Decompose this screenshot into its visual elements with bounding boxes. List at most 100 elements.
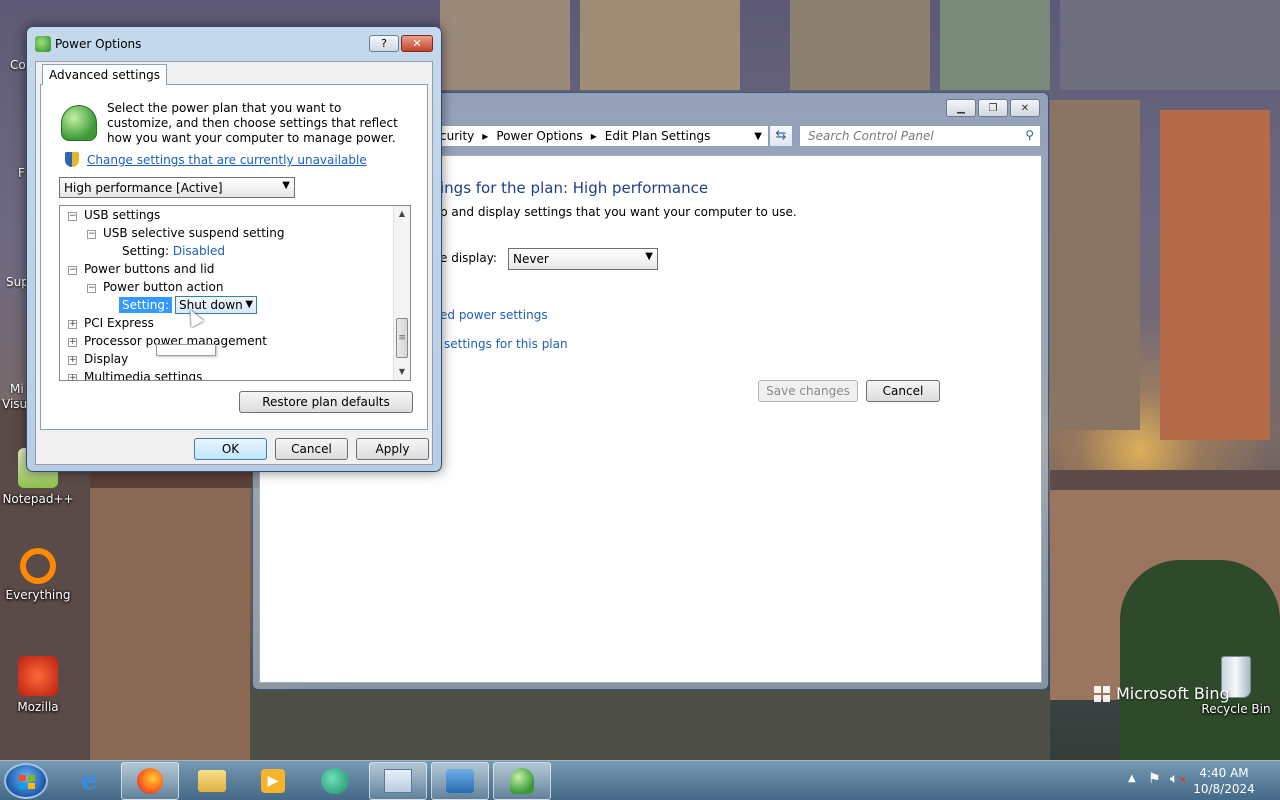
uac-shield-icon [65, 152, 79, 167]
refresh-button[interactable]: ⇆ [769, 125, 793, 147]
apply-button[interactable]: Apply [356, 438, 429, 460]
desktop-icon-everything[interactable]: Everything [0, 548, 76, 602]
everything-icon [20, 548, 56, 584]
power-options-icon [510, 768, 534, 794]
desktop-icon-label-partial[interactable]: Visu [2, 397, 27, 411]
restore-defaults-link[interactable]: settings for this plan [444, 337, 568, 351]
help-button[interactable]: ? [369, 35, 399, 52]
tree-node-pci-express[interactable]: + PCI Express [68, 314, 154, 332]
collapse-icon[interactable]: − [68, 266, 77, 275]
page-subtitle: p and display settings that you want you… [440, 205, 797, 219]
bing-watermark: Microsoft Bing [1094, 684, 1230, 703]
expand-icon[interactable]: + [68, 320, 77, 329]
power-options-dialog[interactable]: Power Options ? ✕ Advanced settings Sele… [26, 26, 442, 472]
taskbar-power-options[interactable] [493, 762, 551, 800]
tooltip-empty [156, 344, 216, 356]
expand-icon[interactable]: + [68, 356, 77, 365]
tree-node-multimedia[interactable]: + Multimedia settings [68, 368, 202, 380]
save-changes-button[interactable]: Save changes [758, 380, 858, 402]
clock-time: 4:40 AM [1199, 766, 1249, 780]
setting-label-selected: Setting: [119, 297, 173, 313]
ok-button[interactable]: OK [194, 438, 267, 460]
mozilla-icon [18, 656, 58, 696]
address-dropdown-icon[interactable]: ▼ [754, 131, 762, 142]
tree-node-power-button-action[interactable]: − Power button action [87, 278, 223, 296]
bing-logo-icon [1094, 685, 1110, 702]
desktop-icon-label: Recycle Bin [1201, 702, 1271, 716]
breadcrumb-item[interactable]: Power Options [496, 129, 582, 143]
collapse-icon[interactable]: − [68, 212, 77, 221]
display-off-label: e display: [440, 251, 497, 265]
taskbar-file-explorer[interactable] [183, 762, 241, 800]
scroll-thumb[interactable]: ≡ [396, 318, 408, 358]
search-input[interactable]: Search Control Panel ⚲ [799, 125, 1041, 147]
dialog-title: Power Options [55, 37, 142, 51]
tree-node-display[interactable]: + Display [68, 350, 128, 368]
tree-node-usb-suspend[interactable]: − USB selective suspend setting [87, 224, 284, 242]
maximize-button[interactable]: ❐ [978, 99, 1008, 117]
cancel-button[interactable]: Cancel [866, 380, 940, 402]
taskbar-firefox[interactable] [121, 762, 179, 800]
expand-icon[interactable]: + [68, 338, 77, 347]
close-button[interactable]: ✕ [1010, 99, 1040, 117]
show-hidden-icons-icon[interactable]: ▲ [1128, 773, 1136, 784]
desktop-icon-label-partial[interactable]: Co [10, 58, 26, 72]
tree-node-label: Display [84, 352, 129, 366]
control-panel-icon [446, 769, 474, 793]
page-title: ings for the plan: High performance [440, 179, 709, 197]
firefox-icon [137, 768, 163, 794]
app-bubble-icon [321, 768, 349, 794]
tree-setting-usb-suspend[interactable]: Setting: Disabled [122, 242, 225, 260]
media-player-icon: ▶ [261, 769, 285, 793]
power-plan-icon [61, 105, 97, 141]
breadcrumb-separator-icon: ▸ [482, 129, 489, 143]
expand-icon[interactable]: + [68, 374, 77, 380]
tab-advanced-settings[interactable]: Advanced settings [42, 64, 167, 85]
display-off-select[interactable]: Never ▼ [508, 248, 658, 270]
taskbar-internet-explorer[interactable]: e [60, 762, 118, 800]
start-button[interactable] [4, 763, 48, 799]
breadcrumb-item[interactable]: curity [440, 129, 474, 143]
tree-node-power-buttons-lid[interactable]: − Power buttons and lid [68, 260, 214, 278]
windows-logo-icon [19, 775, 35, 789]
desktop-icon-label: Everything [5, 588, 71, 602]
power-options-icon [35, 36, 51, 52]
settings-tree[interactable]: − USB settings − USB selective suspend set… [59, 205, 411, 381]
advanced-settings-link[interactable]: ed power settings [440, 308, 548, 322]
cancel-button[interactable]: Cancel [275, 438, 348, 460]
taskbar-clock[interactable]: 4:40 AM 10/8/2024 [1192, 765, 1256, 797]
taskbar-control-panel-window[interactable] [369, 762, 427, 800]
clock-date: 10/8/2024 [1193, 782, 1255, 796]
collapse-icon[interactable]: − [87, 230, 96, 239]
folder-icon [198, 770, 226, 792]
change-unavailable-settings-link[interactable]: Change settings that are currently unava… [87, 153, 367, 167]
taskbar-app-teal[interactable] [306, 762, 364, 800]
tree-node-label: PCI Express [84, 316, 154, 330]
intro-text: Select the power plan that you want to c… [107, 101, 398, 145]
advanced-settings-page: Select the power plan that you want to c… [40, 84, 428, 430]
desktop-icon-label-partial[interactable]: Mi [10, 382, 24, 396]
search-icon[interactable]: ⚲ [1025, 128, 1034, 142]
desktop-icon-mozilla[interactable]: Mozilla [0, 656, 76, 714]
volume-muted-icon[interactable]: 🔈︎✕ [1170, 771, 1187, 787]
desktop-icon-label-partial[interactable]: F [18, 166, 25, 180]
minimize-button[interactable]: ▁ [946, 99, 976, 117]
setting-value-link[interactable]: Disabled [173, 244, 225, 258]
desktop-icon-label: Notepad++ [2, 492, 74, 506]
scroll-down-icon[interactable]: ▼ [394, 364, 410, 380]
taskbar-control-panel[interactable] [431, 762, 489, 800]
bing-watermark-text: Microsoft Bing [1116, 684, 1230, 703]
tree-scrollbar[interactable]: ▲ ≡ ▼ [393, 206, 410, 380]
action-center-icon[interactable]: ⚑ [1148, 771, 1161, 787]
collapse-icon[interactable]: − [87, 284, 96, 293]
scroll-up-icon[interactable]: ▲ [394, 206, 410, 222]
chevron-down-icon: ▼ [645, 251, 653, 262]
breadcrumb-separator-icon: ▸ [590, 129, 597, 143]
close-button[interactable]: ✕ [401, 35, 433, 52]
breadcrumb-item[interactable]: Edit Plan Settings [605, 129, 711, 143]
tree-node-usb-settings[interactable]: − USB settings [68, 206, 160, 224]
power-plan-select[interactable]: High performance [Active] ▼ [59, 177, 295, 198]
window-thumbnail-icon [384, 769, 412, 793]
restore-plan-defaults-button[interactable]: Restore plan defaults [239, 391, 413, 413]
taskbar-media-player[interactable]: ▶ [244, 762, 302, 800]
